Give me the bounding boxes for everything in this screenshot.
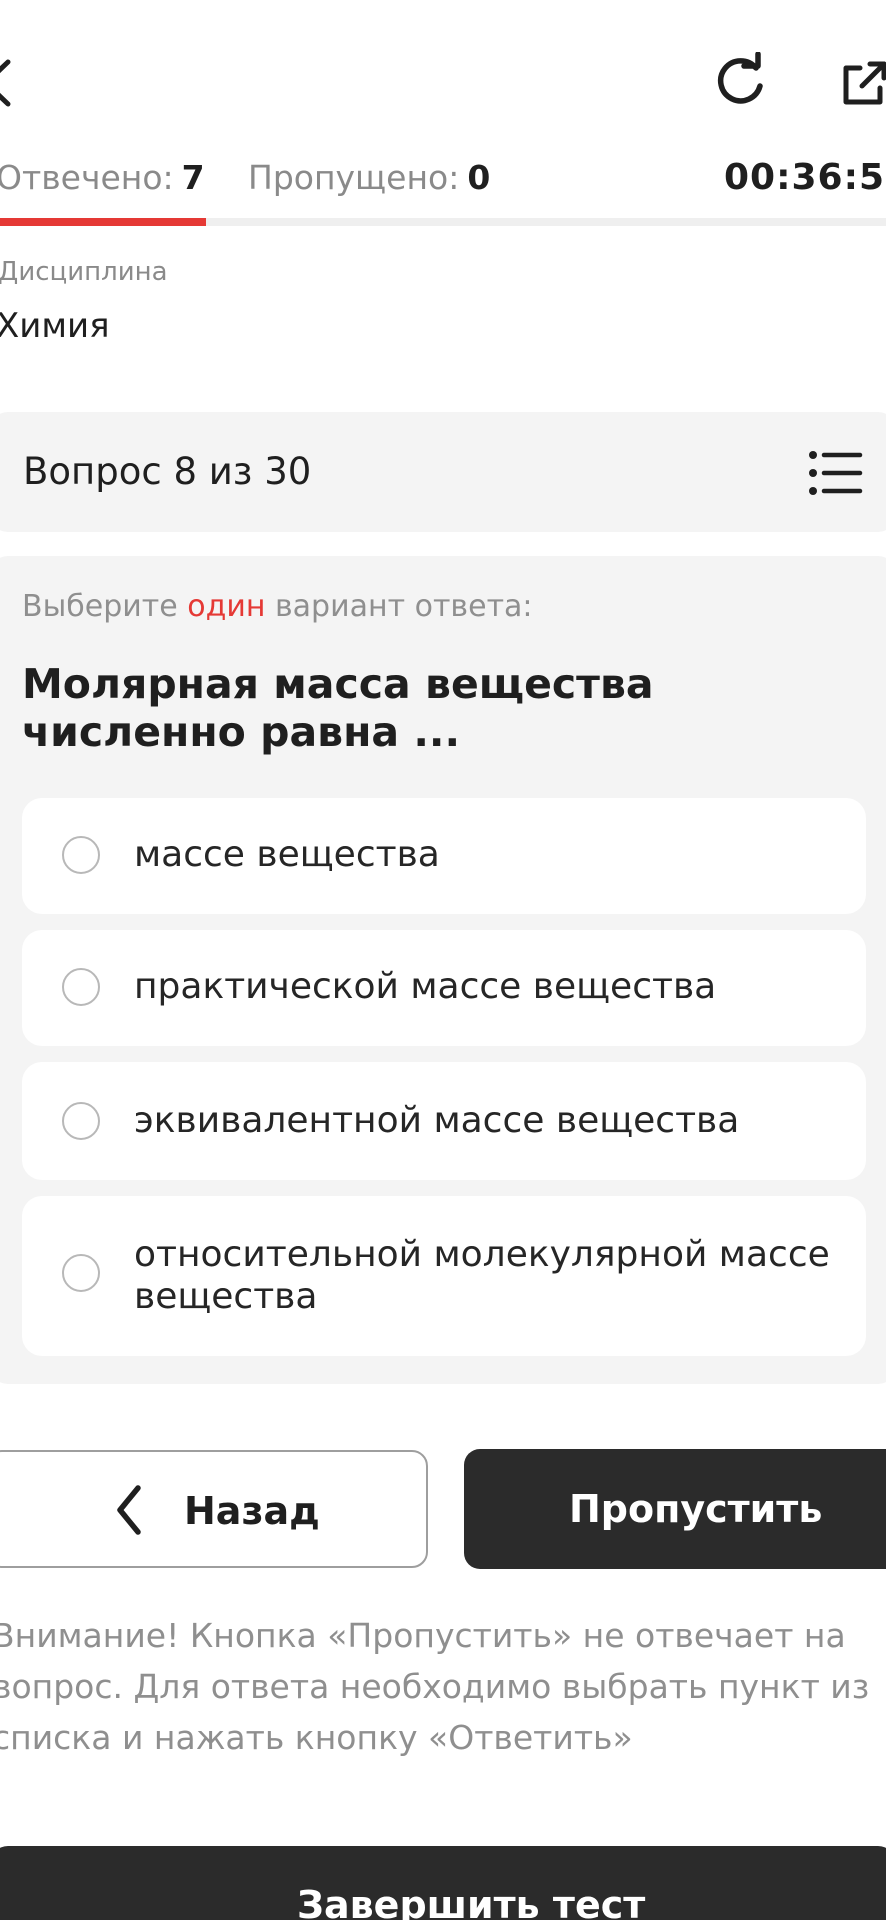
back-button-label: Назад [184, 1489, 320, 1533]
finish-test-label: Завершить тест [297, 1883, 646, 1920]
skip-button-label: Пропустить [569, 1487, 823, 1531]
option-label: относительной молекулярной массе веществ… [134, 1234, 830, 1317]
option-label: практической массе вещества [134, 966, 717, 1007]
answer-option[interactable]: практической массе вещества [22, 930, 866, 1046]
question-counter: Вопрос 8 из 30 [23, 450, 312, 493]
list-icon[interactable] [808, 448, 864, 498]
instruction-accent: один [187, 589, 266, 624]
skipped-label: Пропущено: [248, 158, 460, 197]
radio-button[interactable] [62, 836, 100, 874]
skip-button[interactable]: Пропустить [464, 1449, 886, 1569]
progress-fill [0, 218, 206, 226]
radio-button[interactable] [62, 1102, 100, 1140]
discipline-label: Дисциплина [0, 257, 168, 287]
back-button[interactable]: Назад [0, 1450, 428, 1568]
radio-button[interactable] [62, 968, 100, 1006]
instruction-end: вариант ответа: [265, 589, 533, 624]
answered-label: Отвечено: [0, 158, 174, 197]
external-link-icon[interactable] [840, 58, 886, 108]
option-label: эквивалентной массе вещества [134, 1100, 740, 1141]
radio-button[interactable] [62, 1254, 100, 1292]
chevron-left-icon [110, 1482, 150, 1538]
skipped-stat: Пропущено: 0 [248, 158, 490, 198]
question-text: Молярная масса вещества численно равна .… [22, 660, 654, 756]
chevron-left-icon[interactable] [0, 58, 18, 108]
answer-instruction: Выберите один вариант ответа: [22, 588, 533, 626]
answered-count: 7 [181, 158, 205, 197]
reload-icon[interactable] [710, 51, 770, 112]
discipline-value: Химия [0, 306, 110, 346]
timer: 00:36:58 [724, 157, 886, 198]
skipped-count: 0 [467, 158, 491, 197]
answer-option[interactable]: эквивалентной массе вещества [22, 1062, 866, 1180]
finish-test-button[interactable]: Завершить тест [0, 1846, 886, 1920]
instruction-start: Выберите [22, 589, 188, 624]
answer-option[interactable]: массе вещества [22, 798, 866, 914]
skip-notice: Внимание! Кнопка «Пропустить» не отвечае… [0, 1616, 870, 1757]
answered-stat: Отвечено: 7 [0, 158, 205, 198]
answer-option[interactable]: относительной молекулярной массе веществ… [22, 1196, 866, 1356]
option-label: массе вещества [134, 834, 440, 875]
